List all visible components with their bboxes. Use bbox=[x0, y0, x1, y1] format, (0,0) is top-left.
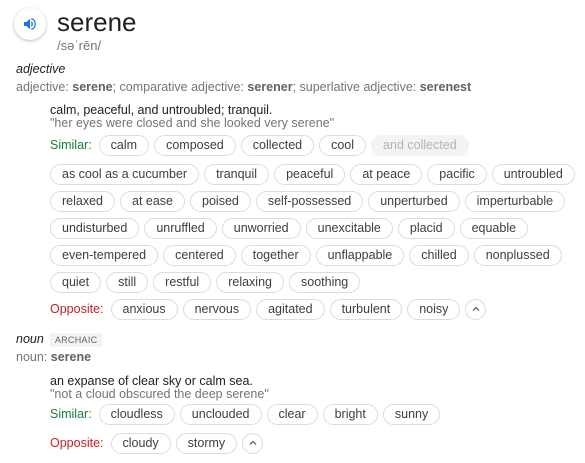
similar-label: Similar: bbox=[50, 407, 92, 421]
synonym-chip[interactable]: calm bbox=[98, 134, 150, 156]
synonym-chip[interactable]: even-tempered bbox=[50, 244, 159, 266]
speaker-icon[interactable] bbox=[14, 8, 46, 40]
adjective-definition: calm, peaceful, and untroubled; tranquil… bbox=[50, 103, 273, 117]
synonym-chip[interactable]: untroubled bbox=[491, 163, 575, 185]
synonym-chip[interactable]: unworried bbox=[221, 217, 301, 239]
synonym-chip[interactable]: peaceful bbox=[274, 163, 346, 185]
synonym-chip[interactable]: imperturbable bbox=[464, 190, 566, 212]
synonym-chip[interactable]: self-possessed bbox=[255, 190, 364, 212]
adjective-forms: adjective: serene; comparative adjective… bbox=[16, 80, 472, 94]
synonym-chip[interactable]: equable bbox=[459, 217, 529, 239]
synonym-chip[interactable]: collected bbox=[240, 134, 315, 156]
synonym-chip[interactable]: together bbox=[240, 244, 311, 266]
noun-definition: an expanse of clear sky or calm sea. bbox=[50, 374, 253, 388]
antonym-chip[interactable]: noisy bbox=[407, 298, 461, 320]
part-of-speech-noun: noun ARCHAIC bbox=[16, 332, 103, 347]
part-of-speech-adjective: adjective bbox=[16, 62, 66, 76]
adjective-similar-row-5: quiet still restful relaxing soothing bbox=[50, 271, 361, 293]
synonym-chip[interactable]: poised bbox=[190, 190, 251, 212]
antonym-chip[interactable]: agitated bbox=[256, 298, 325, 320]
synonym-chip[interactable]: placid bbox=[397, 217, 455, 239]
synonym-chip[interactable]: centered bbox=[163, 244, 236, 266]
pronunciation: /səˈrēn/ bbox=[57, 38, 102, 53]
synonym-chip[interactable]: unperturbed bbox=[368, 190, 460, 212]
archaic-badge: ARCHAIC bbox=[49, 333, 103, 347]
synonym-chip[interactable]: soothing bbox=[289, 271, 361, 293]
similar-label: Similar: bbox=[50, 138, 92, 152]
adjective-similar-row-0: Similar: calm composed collected cool an… bbox=[50, 134, 469, 156]
chevron-up-icon[interactable] bbox=[242, 432, 264, 454]
noun-opposite-row: Opposite: cloudy stormy bbox=[50, 432, 264, 454]
synonym-chip[interactable]: sunny bbox=[382, 403, 441, 425]
synonym-chip[interactable]: cool bbox=[319, 134, 367, 156]
adjective-similar-row-4: even-tempered centered together unflappa… bbox=[50, 244, 562, 266]
synonym-chip[interactable]: at peace bbox=[350, 163, 423, 185]
headword: serene bbox=[57, 7, 137, 37]
noun-similar-row: Similar: cloudless unclouded clear brigh… bbox=[50, 403, 441, 425]
synonym-chip-faded: and collected bbox=[371, 134, 469, 156]
adjective-similar-row-1: as cool as a cucumber tranquil peaceful … bbox=[50, 163, 575, 185]
synonym-chip[interactable]: unruffled bbox=[144, 217, 217, 239]
adjective-example: "her eyes were closed and she looked ver… bbox=[50, 116, 335, 130]
antonym-chip[interactable]: cloudy bbox=[110, 432, 171, 454]
synonym-chip[interactable]: clear bbox=[266, 403, 318, 425]
synonym-chip[interactable]: composed bbox=[154, 134, 236, 156]
synonym-chip[interactable]: unflappable bbox=[315, 244, 405, 266]
synonym-chip[interactable]: pacific bbox=[427, 163, 487, 185]
adjective-similar-row-2: relaxed at ease poised self-possessed un… bbox=[50, 190, 566, 212]
synonym-chip[interactable]: unclouded bbox=[179, 403, 262, 425]
synonym-chip[interactable]: bright bbox=[322, 403, 378, 425]
synonym-chip[interactable]: restful bbox=[153, 271, 212, 293]
antonym-chip[interactable]: anxious bbox=[110, 298, 178, 320]
opposite-label: Opposite: bbox=[50, 436, 104, 450]
chevron-up-icon[interactable] bbox=[465, 298, 487, 320]
noun-example: "not a cloud obscured the deep serene" bbox=[50, 387, 269, 401]
adjective-opposite-row: Opposite: anxious nervous agitated turbu… bbox=[50, 298, 487, 320]
opposite-label: Opposite: bbox=[50, 302, 104, 316]
antonym-chip[interactable]: stormy bbox=[175, 432, 238, 454]
synonym-chip[interactable]: relaxed bbox=[50, 190, 115, 212]
synonym-chip[interactable]: nonplussed bbox=[473, 244, 562, 266]
synonym-chip[interactable]: undisturbed bbox=[50, 217, 140, 239]
synonym-chip[interactable]: at ease bbox=[120, 190, 186, 212]
synonym-chip[interactable]: still bbox=[106, 271, 149, 293]
antonym-chip[interactable]: turbulent bbox=[329, 298, 403, 320]
synonym-chip[interactable]: cloudless bbox=[98, 403, 175, 425]
synonym-chip[interactable]: unexcitable bbox=[305, 217, 393, 239]
synonym-chip[interactable]: as cool as a cucumber bbox=[50, 163, 200, 185]
synonym-chip[interactable]: quiet bbox=[50, 271, 102, 293]
synonym-chip[interactable]: tranquil bbox=[204, 163, 270, 185]
antonym-chip[interactable]: nervous bbox=[182, 298, 252, 320]
synonym-chip[interactable]: relaxing bbox=[216, 271, 284, 293]
adjective-similar-row-3: undisturbed unruffled unworried unexcita… bbox=[50, 217, 529, 239]
synonym-chip[interactable]: chilled bbox=[409, 244, 469, 266]
noun-forms: noun: serene bbox=[16, 350, 92, 364]
